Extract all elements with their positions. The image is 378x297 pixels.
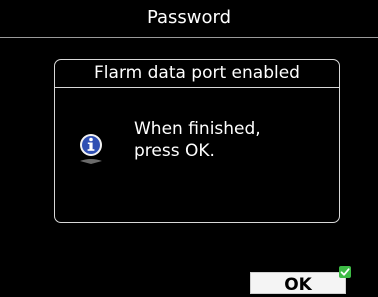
message-line-2: press OK. xyxy=(134,141,215,161)
dialog-message: When finished, press OK. xyxy=(134,118,261,162)
check-icon xyxy=(339,266,351,278)
ok-button[interactable]: OK xyxy=(250,272,346,295)
message-dialog: Flarm data port enabled When finished, p… xyxy=(54,59,340,223)
window-title: Password xyxy=(0,0,378,38)
message-line-1: When finished, xyxy=(134,119,261,139)
info-icon xyxy=(80,134,102,164)
dialog-title: Flarm data port enabled xyxy=(55,60,339,88)
